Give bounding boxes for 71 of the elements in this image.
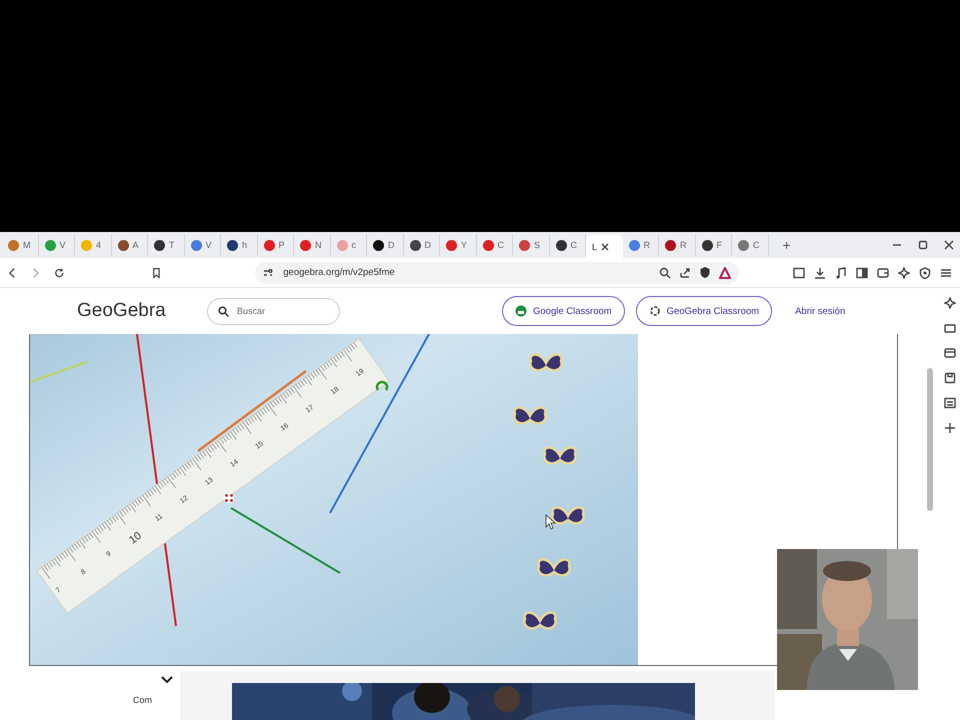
tab-close-icon[interactable] <box>601 243 610 251</box>
segment[interactable] <box>230 507 341 574</box>
new-tab-button[interactable]: + <box>778 237 795 253</box>
site-logo[interactable]: GeoGebra <box>77 300 207 322</box>
search-field[interactable]: Buscar <box>207 298 340 324</box>
rotate-handle-icon[interactable] <box>376 380 388 391</box>
browser-tab[interactable]: V <box>38 234 75 256</box>
browser-tab[interactable]: 4 <box>75 234 112 256</box>
menu-icon[interactable] <box>940 266 952 278</box>
search-input[interactable]: Buscar <box>235 305 329 317</box>
sparkle-icon[interactable] <box>898 266 910 278</box>
sign-in-link[interactable]: Abrir sesión <box>795 306 846 316</box>
video-icon[interactable] <box>944 322 956 334</box>
ruler-number: 10 <box>126 530 144 547</box>
shield-icon[interactable] <box>699 266 711 279</box>
browser-tab[interactable]: D <box>367 234 404 256</box>
butterfly-icon[interactable] <box>551 506 585 525</box>
screenshot-icon[interactable] <box>793 266 805 278</box>
save-icon[interactable] <box>944 372 956 384</box>
butterfly-icon[interactable] <box>523 611 557 630</box>
site-settings-icon[interactable] <box>263 268 274 278</box>
browser-tab[interactable]: N <box>294 234 330 256</box>
wallet-icon[interactable] <box>877 266 889 278</box>
browser-tab[interactable]: F <box>696 234 732 256</box>
browser-tab[interactable]: L <box>586 235 622 259</box>
browser-tab[interactable]: P <box>258 234 294 256</box>
browser-tab[interactable]: A <box>112 234 148 256</box>
chevron-icon[interactable] <box>160 676 174 684</box>
browser-tab[interactable]: C <box>732 234 768 256</box>
butterfly-icon[interactable] <box>543 446 577 465</box>
browser-tab[interactable]: D <box>404 234 440 256</box>
search-icon <box>218 306 229 316</box>
reload-icon[interactable] <box>54 266 64 278</box>
share-icon[interactable] <box>679 266 691 278</box>
address-field[interactable]: geogebra.org/m/v2pe5fme <box>283 267 395 278</box>
browser-tab[interactable]: Y <box>440 234 476 256</box>
segment[interactable] <box>329 334 430 514</box>
sparkle-icon[interactable] <box>944 297 956 309</box>
browser-tab[interactable]: c <box>330 234 367 256</box>
move-handle-icon[interactable] <box>224 493 234 503</box>
tab-icon[interactable] <box>944 347 956 359</box>
close-icon[interactable] <box>944 240 954 250</box>
segment[interactable] <box>197 370 307 452</box>
browser-tab[interactable]: V <box>184 234 221 256</box>
back-icon[interactable] <box>8 266 17 278</box>
triangle-icon[interactable] <box>719 266 731 278</box>
music-icon[interactable] <box>835 266 847 278</box>
browser-tab[interactable]: M <box>2 234 38 256</box>
google-classroom-button[interactable]: Google Classroom <box>502 296 625 326</box>
butterfly-icon[interactable] <box>513 406 547 425</box>
butterfly-icon[interactable] <box>529 353 563 372</box>
browser-tab[interactable]: h <box>221 234 258 256</box>
browser-tab[interactable]: S <box>513 234 550 256</box>
classroom-button[interactable]: GeoGebra Classroom <box>636 296 772 326</box>
browser-tab[interactable]: R <box>659 234 696 256</box>
download-icon[interactable] <box>814 266 826 278</box>
restore-icon[interactable] <box>918 240 928 250</box>
add-icon[interactable] <box>944 422 956 434</box>
zoom-icon[interactable] <box>659 266 671 278</box>
footer-text: Com <box>133 695 152 705</box>
browser-tab[interactable]: T <box>148 234 184 256</box>
list-icon[interactable] <box>944 397 956 409</box>
sidebar-icon[interactable] <box>856 266 868 278</box>
browser-tab[interactable]: C <box>476 234 513 256</box>
butterfly-icon[interactable] <box>537 558 571 577</box>
shield-icon[interactable] <box>919 266 931 278</box>
browser-tab[interactable]: R <box>622 234 659 256</box>
bookmark-icon[interactable] <box>152 266 162 278</box>
classroom-icon <box>515 305 527 317</box>
cursor-icon <box>546 514 556 530</box>
scrollbar[interactable] <box>927 368 933 511</box>
